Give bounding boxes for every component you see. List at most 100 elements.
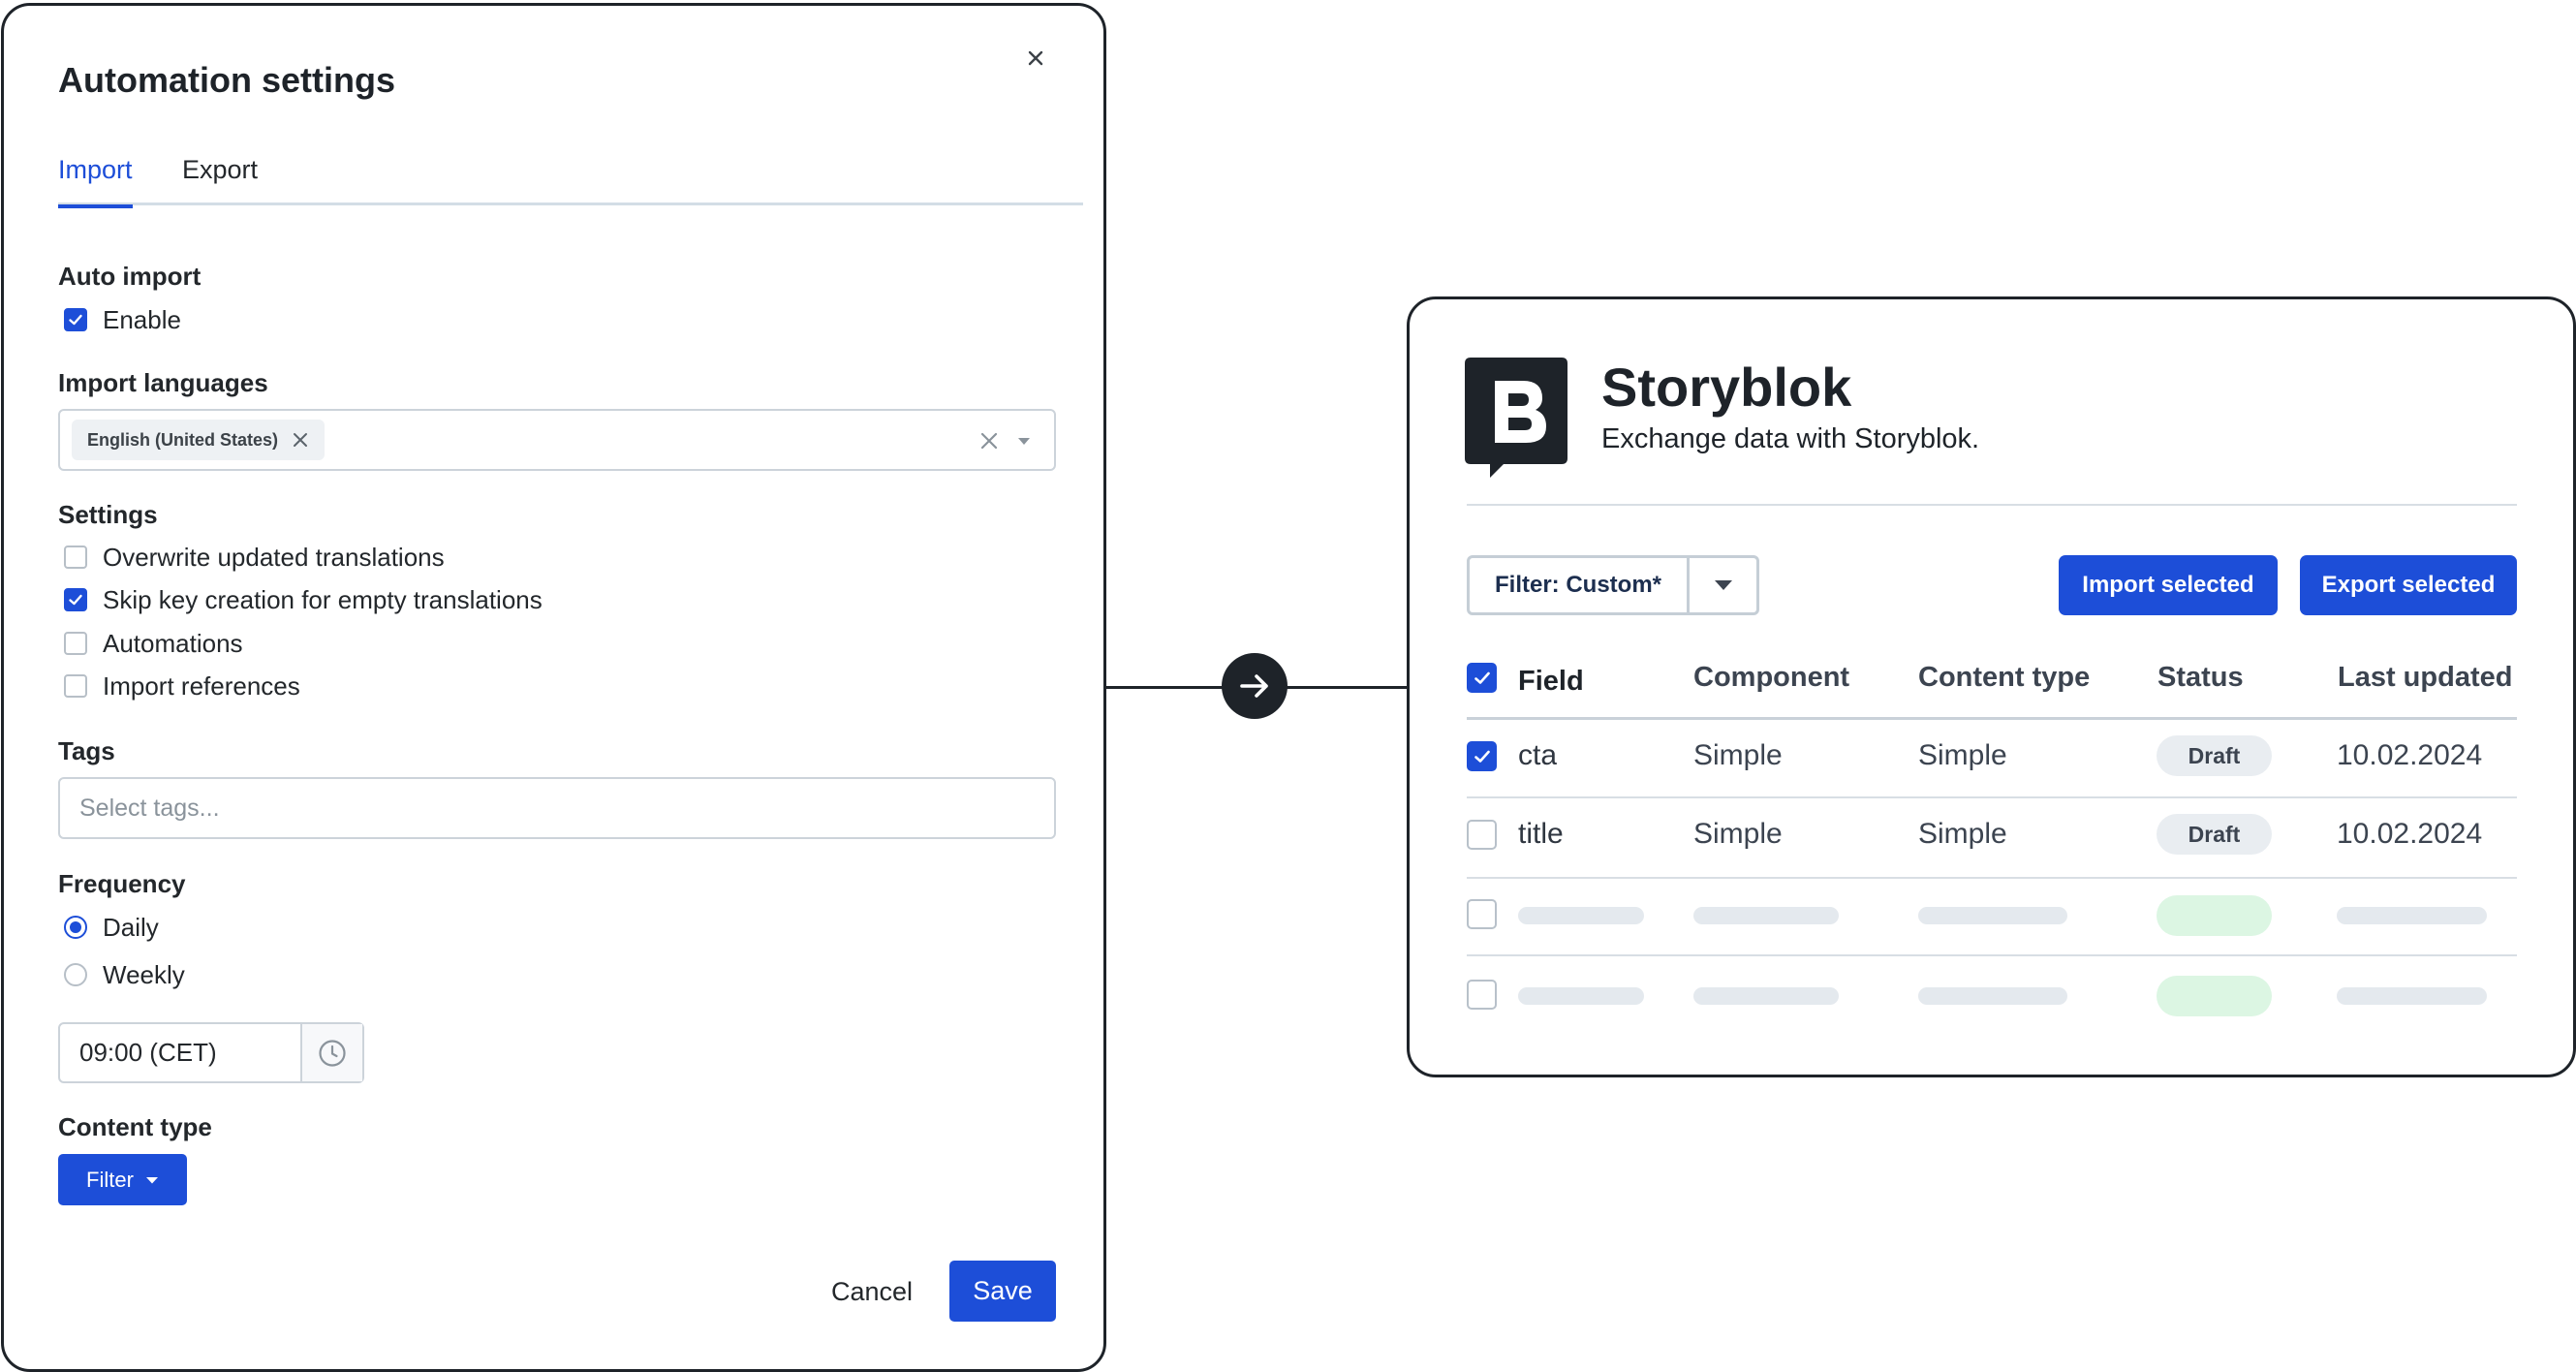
- import-references-checkbox[interactable]: [64, 674, 87, 698]
- row-checkbox[interactable]: [1467, 899, 1497, 929]
- tab-bar: Import Export: [58, 151, 1083, 208]
- import-selected-button[interactable]: Import selected: [2059, 555, 2278, 615]
- cell-content-type: Simple: [1918, 818, 2007, 850]
- row-checkbox[interactable]: [1467, 741, 1497, 771]
- auto-import-label: Auto import: [58, 262, 202, 291]
- cell-field: cta: [1518, 739, 1558, 771]
- setting-import-references-row[interactable]: Import references: [64, 671, 300, 701]
- cell-component: Simple: [1693, 739, 1783, 771]
- setting-skip-key-row[interactable]: Skip key creation for empty translations: [64, 585, 543, 614]
- skeleton-badge: [2157, 976, 2272, 1016]
- check-icon: [69, 594, 82, 606]
- arrow-right-icon: [1240, 674, 1268, 698]
- arrow-connector: [1222, 653, 1288, 719]
- column-header-last-updated: Last updated: [2338, 662, 2513, 693]
- storyblok-card: Storyblok Exchange data with Storyblok. …: [1407, 296, 2576, 1077]
- filter-button-label: Filter: [86, 1167, 134, 1192]
- tab-import[interactable]: Import: [58, 151, 133, 208]
- column-header-component: Component: [1693, 662, 1850, 693]
- close-icon: [1028, 50, 1043, 66]
- skeleton-cell: [1918, 987, 2067, 1005]
- enable-label: Enable: [103, 304, 181, 334]
- cell-last-updated: 10.02.2024: [2337, 818, 2483, 850]
- column-header-status: Status: [2157, 662, 2244, 693]
- setting-label: Skip key creation for empty translations: [103, 584, 543, 614]
- time-value[interactable]: 09:00 (CET): [60, 1024, 302, 1081]
- tab-export[interactable]: Export: [182, 151, 258, 205]
- filter-dropdown-toggle[interactable]: [1690, 558, 1756, 612]
- storyblok-title: Storyblok: [1601, 357, 1852, 418]
- row-divider: [1467, 796, 2517, 798]
- skeleton-cell: [1693, 907, 1839, 924]
- time-picker[interactable]: 09:00 (CET): [58, 1022, 364, 1083]
- export-selected-button[interactable]: Export selected: [2300, 555, 2517, 615]
- tags-label: Tags: [58, 736, 115, 765]
- daily-radio[interactable]: [64, 916, 87, 939]
- setting-overwrite-row[interactable]: Overwrite updated translations: [64, 543, 445, 572]
- weekly-radio[interactable]: [64, 963, 87, 986]
- setting-label: Import references: [103, 670, 300, 701]
- automation-settings-modal: Automation settings Import Export Auto i…: [1, 3, 1106, 1372]
- overwrite-checkbox[interactable]: [64, 546, 87, 569]
- settings-label: Settings: [58, 500, 158, 529]
- skeleton-cell: [1693, 987, 1839, 1005]
- chevron-down-icon[interactable]: [1015, 434, 1033, 448]
- time-picker-button[interactable]: [302, 1024, 362, 1081]
- modal-title: Automation settings: [58, 60, 395, 100]
- language-chip: English (United States): [72, 420, 326, 460]
- caret-down-icon: [145, 1176, 158, 1183]
- frequency-daily-row[interactable]: Daily: [64, 913, 159, 942]
- caret-down-icon: [1714, 580, 1732, 590]
- skeleton-cell: [2337, 907, 2487, 924]
- header-divider: [1467, 717, 2517, 720]
- status-badge: Draft: [2157, 814, 2272, 855]
- cell-field: title: [1518, 818, 1564, 850]
- frequency-label: Frequency: [58, 869, 186, 898]
- close-button[interactable]: [1016, 39, 1055, 78]
- skeleton-cell: [2337, 987, 2487, 1005]
- status-badge: Draft: [2157, 735, 2272, 776]
- remove-chip-icon[interactable]: [290, 429, 311, 451]
- cell-content-type: Simple: [1918, 739, 2007, 771]
- enable-checkbox[interactable]: [64, 308, 87, 331]
- setting-automations-row[interactable]: Automations: [64, 629, 243, 658]
- skeleton-badge: [2157, 895, 2272, 936]
- frequency-option-label: Weekly: [103, 959, 185, 989]
- skeleton-cell: [1518, 987, 1644, 1005]
- check-icon: [69, 314, 82, 326]
- setting-label: Overwrite updated translations: [103, 542, 445, 572]
- column-header-field: Field: [1518, 666, 1584, 697]
- import-languages-select[interactable]: English (United States): [58, 409, 1056, 471]
- row-checkbox[interactable]: [1467, 980, 1497, 1010]
- frequency-option-label: Daily: [103, 912, 159, 942]
- row-checkbox[interactable]: [1467, 820, 1497, 850]
- skeleton-cell: [1518, 907, 1644, 924]
- check-icon: [1474, 750, 1490, 763]
- select-all-checkbox[interactable]: [1467, 663, 1497, 693]
- clock-icon: [319, 1039, 346, 1067]
- enable-row[interactable]: Enable: [64, 305, 181, 334]
- row-divider: [1467, 877, 2517, 879]
- language-chip-label: English (United States): [87, 429, 279, 450]
- cell-last-updated: 10.02.2024: [2337, 739, 2483, 771]
- check-icon: [1474, 671, 1490, 684]
- skeleton-cell: [1918, 907, 2067, 924]
- frequency-weekly-row[interactable]: Weekly: [64, 960, 185, 989]
- automations-checkbox[interactable]: [64, 632, 87, 655]
- filter-select-label[interactable]: Filter: Custom*: [1470, 558, 1690, 612]
- row-divider: [1467, 954, 2517, 956]
- filter-select[interactable]: Filter: Custom*: [1467, 555, 1759, 615]
- column-header-content-type: Content type: [1918, 662, 2091, 693]
- storyblok-subtitle: Exchange data with Storyblok.: [1601, 423, 1980, 454]
- storyblok-logo-icon: [1465, 358, 1567, 478]
- tags-input[interactable]: [58, 777, 1056, 839]
- clear-selection-icon[interactable]: [977, 428, 1002, 453]
- import-languages-label: Import languages: [58, 368, 268, 397]
- content-type-filter-button[interactable]: Filter: [58, 1154, 187, 1205]
- save-button[interactable]: Save: [949, 1261, 1056, 1322]
- skip-key-checkbox[interactable]: [64, 588, 87, 611]
- cancel-button[interactable]: Cancel: [825, 1263, 918, 1321]
- content-type-label: Content type: [58, 1112, 212, 1141]
- divider: [1467, 504, 2517, 506]
- setting-label: Automations: [103, 628, 243, 658]
